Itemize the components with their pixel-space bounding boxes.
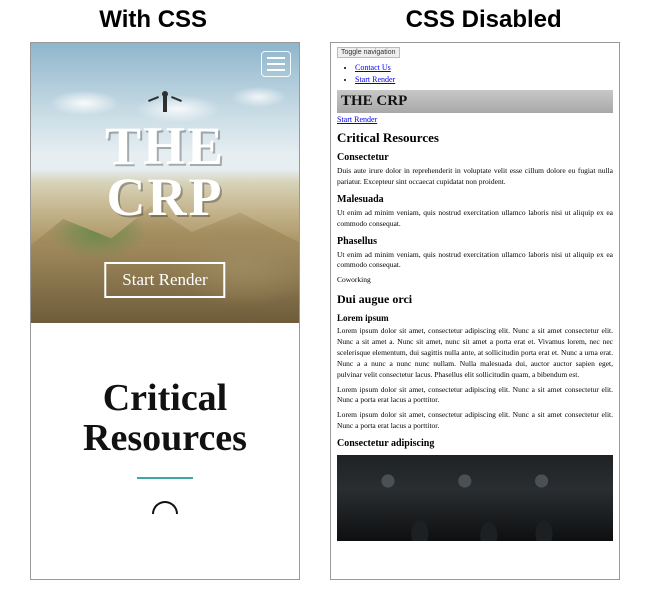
start-render-link[interactable]: Start Render xyxy=(337,115,377,124)
panel-css-disabled: Toggle navigation Contact Us Start Rende… xyxy=(330,42,620,580)
hamburger-menu-icon[interactable] xyxy=(261,51,291,77)
body-text: Duis aute irure dolor in reprehenderit i… xyxy=(337,166,613,188)
sub-heading: Consectetur xyxy=(337,152,613,163)
body-text: Lorem ipsum dolor sit amet, consectetur … xyxy=(337,326,613,380)
title-banner: THE CRP xyxy=(337,90,613,113)
divider-line xyxy=(137,477,193,479)
sub-heading: Malesuada xyxy=(337,194,613,205)
nav-link-contact[interactable]: Contact Us xyxy=(355,63,391,72)
nav-list: Contact Us Start Render xyxy=(355,62,613,86)
header-with-css: With CSS xyxy=(99,6,207,34)
below-hero: Critical Resources xyxy=(31,323,299,514)
hero-image: THE CRP THE CRP Start Render xyxy=(31,43,299,323)
sub-heading: Lorem ipsum xyxy=(337,313,613,323)
banner-title: THE CRP xyxy=(341,93,609,110)
body-text: Ut enim ad minim veniam, quis nostrud ex… xyxy=(337,250,613,272)
sub-section-heading: Dui augue orci xyxy=(337,292,613,307)
section-heading: Critical Resources xyxy=(337,130,613,146)
body-text: Coworking xyxy=(337,275,613,286)
start-render-button[interactable]: Start Render xyxy=(104,262,225,298)
panel-with-css: THE CRP THE CRP Start Render Critical Re… xyxy=(30,42,300,580)
sub-heading: Consectetur adipiscing xyxy=(337,438,613,449)
nav-link-start-render[interactable]: Start Render xyxy=(355,75,395,84)
body-text: Ut enim ad minim veniam, quis nostrud ex… xyxy=(337,208,613,230)
hero-title-line2: CRP xyxy=(31,172,299,223)
list-item: Contact Us xyxy=(355,62,613,74)
article-photo xyxy=(337,455,613,541)
hero-title-line1: THE xyxy=(31,121,299,172)
hero-title: THE CRP THE CRP xyxy=(31,121,299,224)
list-item: Start Render xyxy=(355,74,613,86)
body-text: Lorem ipsum dolor sit amet, consectetur … xyxy=(337,385,613,407)
toggle-nav-button[interactable]: Toggle navigation xyxy=(337,47,400,58)
header-css-disabled: CSS Disabled xyxy=(406,6,562,34)
body-text: Lorem ipsum dolor sit amet, consectetur … xyxy=(337,410,613,432)
sub-heading: Phasellus xyxy=(337,236,613,247)
arc-decoration-icon xyxy=(152,501,178,514)
section-title: Critical Resources xyxy=(47,379,283,459)
